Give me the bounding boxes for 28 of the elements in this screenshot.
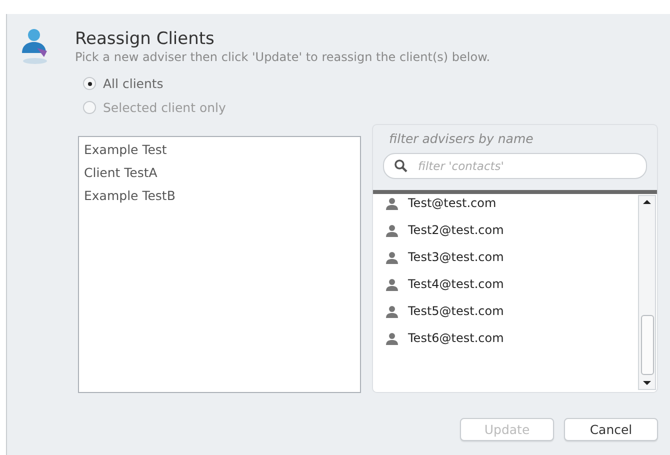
person-icon [385,332,400,346]
filter-heading: filter advisers by name [388,130,534,146]
dialog-title: Reassign Clients [75,28,216,50]
search-field[interactable]: filter 'contacts' [383,153,647,179]
adviser-item[interactable]: Test4@test.com [408,277,504,292]
adviser-item[interactable]: Test@test.com [408,196,496,211]
person-icon [385,250,400,264]
dialog-subtitle: Pick a new adviser then click 'Update' to reassign the client(s) below. [75,50,490,64]
adviser-item[interactable]: Test5@test.com [408,304,504,319]
radio-label: Selected client only [103,100,226,115]
radio-button[interactable] [83,101,96,114]
client-item[interactable]: Client TestA [84,164,356,181]
scroll-thumb[interactable] [640,315,654,375]
dialog-button[interactable]: Cancel [564,418,658,441]
person-icon [385,196,400,210]
person-icon [385,278,400,292]
person-icon [385,304,400,318]
person-icon [385,224,400,238]
client-item[interactable]: Example Test [84,141,356,158]
adviser-item[interactable]: Test3@test.com [408,250,504,265]
adviser-item[interactable]: Test6@test.com [408,331,504,346]
radio-button[interactable] [83,77,96,90]
search-icon [394,159,408,173]
adviser-item[interactable]: Test2@test.com [408,223,504,238]
radio-label: All clients [103,76,164,91]
client-item[interactable]: Example TestB [84,187,356,204]
scrollbar[interactable] [638,195,656,390]
search-input[interactable]: filter 'contacts' [416,158,636,174]
